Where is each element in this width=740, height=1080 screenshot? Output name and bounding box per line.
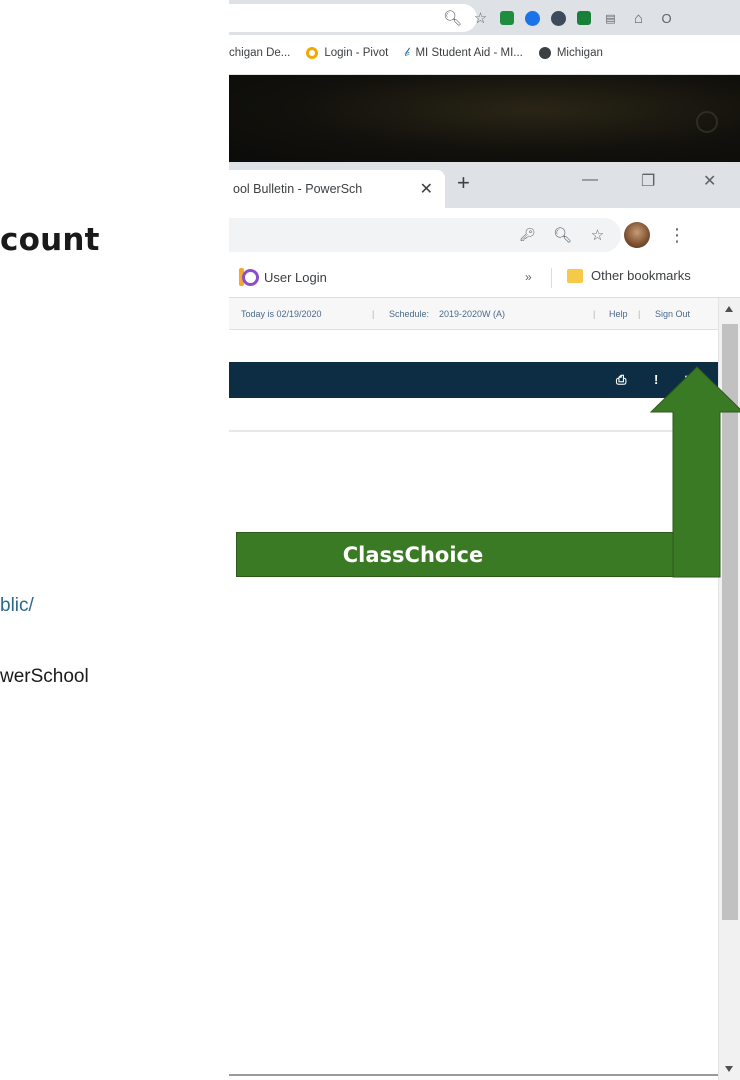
extension-house-icon[interactable]: ⌂ [630, 10, 647, 27]
extension-green-icon[interactable] [500, 11, 514, 25]
tab-strip: ool Bulletin - PowerSch ✕ + — ❐ ✕ [229, 162, 740, 208]
slide-link[interactable]: blic/ [0, 595, 34, 617]
bookmark-item[interactable]: Michigan [538, 46, 603, 59]
bookmark-user-login[interactable]: User Login [239, 268, 327, 286]
close-window-icon[interactable]: ✕ [703, 171, 716, 191]
back-bookmarks-bar: chigan De... Login - Pivot 𝒷︎ MI Student… [229, 35, 740, 75]
extension-screen-icon[interactable] [577, 11, 591, 25]
scrollbar-thumb[interactable] [722, 324, 738, 920]
minimize-icon[interactable]: — [582, 171, 598, 189]
content-divider [229, 430, 718, 432]
powerschool-info-bar: Today is 02/19/2020 | Schedule: 2019-202… [229, 298, 718, 330]
zoom-icon[interactable]: 🔍︎ [553, 227, 572, 244]
scroll-up-icon[interactable] [725, 306, 733, 312]
pivot-logo-icon [239, 268, 259, 286]
bookmark-item[interactable]: chigan De... [229, 47, 290, 59]
sign-out-link[interactable]: Sign Out [655, 309, 690, 319]
divider: | [372, 309, 375, 319]
star-icon[interactable]: ☆ [472, 10, 489, 27]
browser-toolbar: 🔑︎ 🔍︎ ☆ ⋮ [229, 208, 740, 258]
powerschool-nav-bar: ⎙ ! ⧉ [229, 362, 718, 398]
extension-box-icon[interactable]: ▤ [602, 10, 619, 27]
slide-body-text: werSchool [0, 666, 89, 687]
bookmark-item[interactable]: Login - Pivot [306, 46, 388, 59]
extension-dark-icon[interactable] [551, 10, 566, 26]
tab-close-icon[interactable]: ✕ [420, 179, 433, 199]
classchoice-callout: ClassChoice [236, 532, 718, 577]
student-aid-icon: 𝒷︎ [404, 45, 410, 59]
bookmarks-bar: User Login » Other bookmarks [229, 258, 740, 298]
restore-icon[interactable]: ❐ [641, 171, 655, 191]
schedule-label: Schedule: [389, 309, 430, 319]
external-link-icon[interactable]: ⧉ [685, 372, 694, 388]
globe-icon [538, 46, 551, 59]
extension-shield-icon[interactable] [525, 10, 540, 26]
bookmark-separator [551, 268, 552, 288]
bookmark-item[interactable]: 𝒷︎ MI Student Aid - MI... [404, 45, 523, 60]
key-icon[interactable]: 🔑︎ [519, 227, 536, 244]
slide-heading: count [0, 222, 100, 258]
extension-circle-icon[interactable]: O [658, 10, 675, 27]
schedule-value[interactable]: 2019-2020W (A) [439, 309, 505, 319]
back-omnibox[interactable] [229, 4, 477, 32]
menu-icon[interactable]: ⋮ [668, 225, 686, 246]
zoom-icon[interactable]: 🔍︎ [443, 10, 462, 27]
today-date: Today is 02/19/2020 [241, 309, 322, 319]
star-icon[interactable]: ☆ [589, 227, 606, 244]
pivot-icon [306, 46, 319, 59]
tab-title: ool Bulletin - PowerSch [233, 182, 363, 196]
divider: | [593, 309, 596, 319]
callout-label: ClassChoice [342, 542, 484, 567]
help-link[interactable]: Help [609, 309, 628, 319]
print-icon[interactable]: ⎙ [616, 372, 626, 388]
back-toolbar-icons: 🔍︎ ☆ ▤ ⌂ O [443, 8, 675, 28]
tab-active[interactable]: ool Bulletin - PowerSch ✕ [229, 170, 445, 208]
new-tab-icon[interactable]: + [457, 170, 470, 196]
alert-icon[interactable]: ! [654, 372, 658, 387]
back-page-header [229, 75, 740, 162]
avatar[interactable] [624, 222, 650, 248]
bottom-border [229, 1074, 718, 1076]
page-scrollbar[interactable] [718, 298, 740, 1080]
back-address-bar: 🔍︎ ☆ ▤ ⌂ O [229, 0, 740, 35]
folder-icon [567, 268, 583, 283]
other-bookmarks[interactable]: Other bookmarks [567, 268, 691, 283]
scroll-down-icon[interactable] [725, 1066, 733, 1072]
more-bookmarks-icon[interactable]: » [525, 270, 532, 284]
divider: | [638, 309, 641, 319]
help-icon [696, 111, 718, 133]
